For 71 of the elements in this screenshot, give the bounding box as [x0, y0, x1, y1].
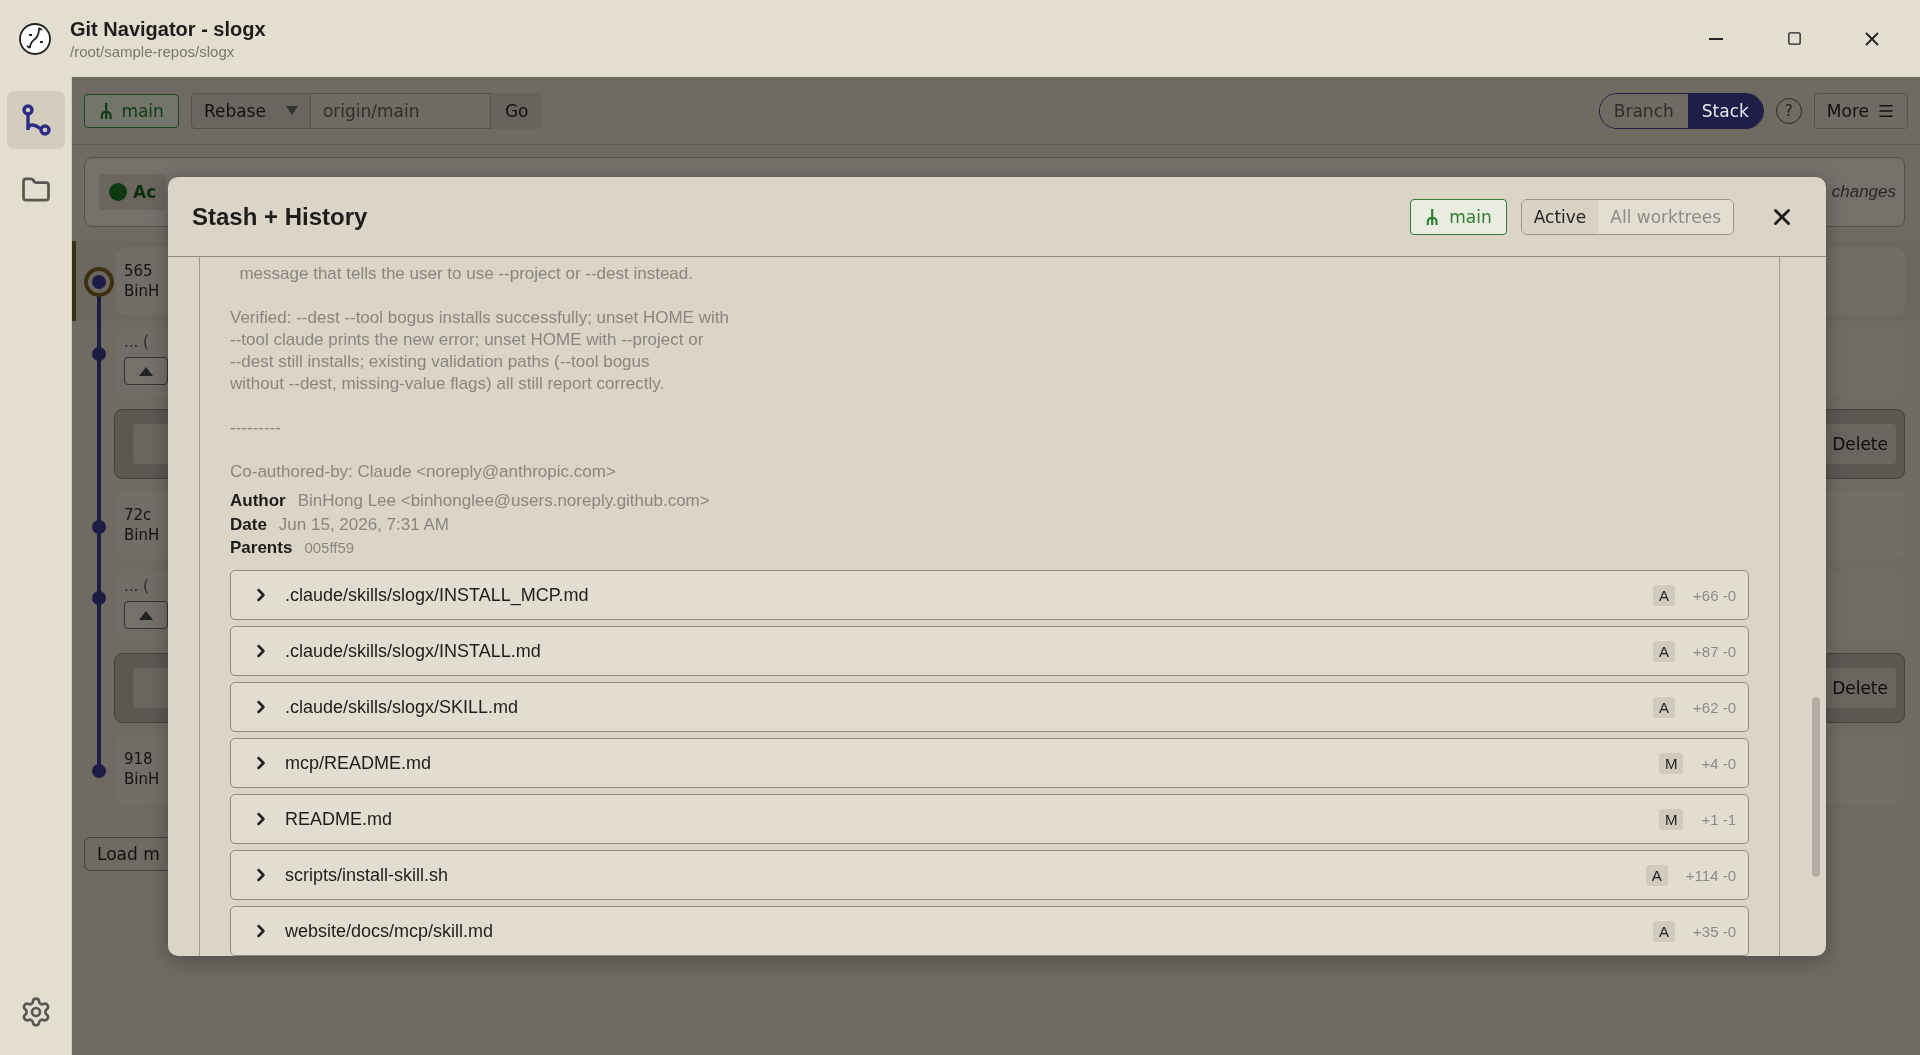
commit-author: BinH [124, 526, 160, 544]
file-row[interactable]: website/docs/mcp/skill.md A +35 -0 [230, 906, 1749, 956]
repo-path: /root/sample-repos/slogx [70, 42, 236, 60]
branch-icon [1424, 207, 1440, 226]
commit-author: BinH [124, 282, 160, 300]
dialog-title: Stash + History [192, 202, 369, 231]
file-row[interactable]: README.md M +1 -1 [230, 794, 1749, 844]
app-logo [18, 21, 52, 56]
file-path: .claude/skills/slogx/INSTALL.md [285, 640, 542, 662]
go-button[interactable]: Go [490, 92, 543, 129]
file-stats: +62 -0 [1693, 698, 1736, 716]
file-row[interactable]: .claude/skills/slogx/SKILL.md A +62 -0 [230, 682, 1749, 732]
status-dot-icon [109, 183, 127, 201]
file-stats: +87 -0 [1693, 642, 1736, 660]
maximize-icon [1786, 31, 1802, 46]
file-row[interactable]: .claude/skills/slogx/INSTALL_MCP.md A +66 -0 [230, 570, 1749, 620]
meta-value: 005ff59 [304, 539, 355, 557]
file-status-badge: A [1653, 584, 1676, 606]
expand-up-button[interactable] [124, 357, 168, 385]
file-row[interactable]: scripts/install-skill.sh A +114 -0 [230, 850, 1749, 900]
delete-button[interactable]: Delete [1824, 424, 1896, 464]
commit-message: message that tells the user to use --project or --dest instead. Verified: --dest --tool bogus installs successfully; unset HOME with --tool claude prints the new error; unset HOME with --project or --dest still installs; existing validation paths (--tool bogus without --dest, missing-value flags) all still report correctly. --------- Co-authored-by: Claude <noreply@anthropic.com> [230, 263, 730, 483]
commit-hash: 918 [124, 750, 153, 768]
status-label: Ac [133, 182, 157, 202]
caret-up-icon [139, 366, 153, 376]
file-status-badge: M [1658, 808, 1684, 830]
file-stats: +35 -0 [1693, 922, 1736, 940]
more-button[interactable]: More [1813, 92, 1908, 129]
collapsed-commits-label: ... ( [124, 333, 149, 351]
file-path: website/docs/mcp/skill.md [285, 920, 495, 942]
caret-up-icon [139, 610, 153, 620]
meta-label: Author [230, 491, 286, 511]
branch-icon [99, 101, 114, 120]
file-status-badge: A [1653, 640, 1676, 662]
file-path: .claude/skills/slogx/SKILL.md [285, 696, 520, 718]
file-row[interactable]: .claude/skills/slogx/INSTALL.md A +87 -0 [230, 626, 1749, 676]
file-status-badge: A [1653, 696, 1676, 718]
file-status-badge: A [1645, 864, 1668, 886]
file-stats: +4 -0 [1701, 754, 1736, 772]
file-row[interactable]: mcp/README.md M +4 -0 [230, 738, 1749, 788]
file-path: scripts/install-skill.sh [285, 864, 450, 886]
meta-value: Jun 15, 2026, 7:31 AM [278, 514, 449, 535]
expand-up-button[interactable] [124, 601, 168, 629]
file-path: mcp/README.md [285, 752, 433, 774]
file-path: .claude/skills/slogx/INSTALL_MCP.md [285, 584, 590, 606]
commit-author: BinH [124, 770, 160, 788]
mode-select[interactable]: Rebase [190, 92, 311, 129]
caret-down-icon [285, 106, 298, 115]
scrollbar-thumb[interactable] [1812, 697, 1820, 877]
target-input[interactable]: origin/main [310, 92, 491, 129]
meta-value: BinHong Lee <binhonglee@users.noreply.github.com> [297, 491, 710, 511]
window-title: Git Navigator - slogx [70, 17, 267, 41]
branch-button[interactable]: main [84, 93, 179, 128]
file-stats: +1 -1 [1701, 810, 1736, 828]
file-status-badge: A [1653, 920, 1676, 942]
delete-button[interactable]: Delete [1824, 668, 1896, 708]
file-path: README.md [285, 808, 393, 830]
file-stats: +66 -0 [1693, 586, 1736, 604]
commit-hash: 72c [124, 506, 152, 524]
file-stats: +114 -0 [1685, 866, 1736, 884]
meta-label: Parents [230, 538, 293, 559]
status-note: changes [1831, 182, 1896, 202]
minimize-icon [1709, 37, 1723, 40]
view-toggle-tab[interactable]: Stack [1687, 93, 1763, 128]
file-status-badge: M [1658, 752, 1684, 774]
collapsed-commits-label: ... ( [124, 577, 149, 595]
graph-view-button[interactable] [6, 91, 65, 149]
meta-label: Date [230, 514, 267, 535]
scope-tab[interactable]: All worktrees [1598, 199, 1733, 234]
commit-hash: 565 [124, 262, 153, 280]
branch-badge: main [1409, 198, 1507, 235]
